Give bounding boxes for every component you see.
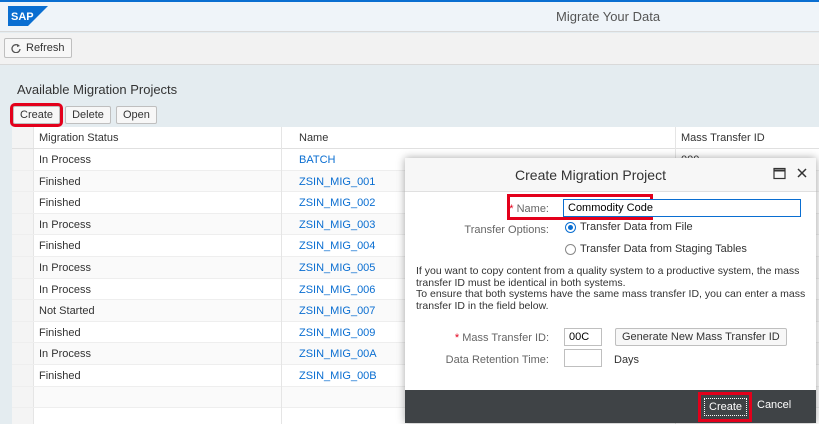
dialog-header: Create Migration Project — [405, 158, 816, 192]
name-cell[interactable]: ZSIN_MIG_004 — [299, 240, 375, 252]
row-selector[interactable] — [12, 213, 34, 235]
radio-transfer-from-staging[interactable]: Transfer Data from Staging Tables — [565, 243, 747, 255]
column-header-status[interactable]: Migration Status — [39, 132, 118, 144]
refresh-button[interactable]: Refresh — [4, 38, 72, 58]
name-input[interactable] — [563, 199, 801, 217]
radio-file-label: Transfer Data from File — [580, 221, 693, 233]
name-cell[interactable]: ZSIN_MIG_002 — [299, 197, 375, 209]
table-toolbar: Create Delete Open — [9, 103, 159, 127]
create-project-button[interactable]: Create — [9, 103, 64, 127]
column-header-name[interactable]: Name — [299, 132, 328, 144]
row-selector[interactable] — [12, 408, 34, 424]
radio-selected-icon — [565, 221, 576, 233]
shell-top-line — [0, 0, 819, 2]
status-cell: Finished — [39, 175, 81, 188]
mass-transfer-label-text: Mass Transfer ID: — [462, 332, 549, 344]
data-retention-label: Data Retention Time: — [445, 354, 549, 366]
name-cell[interactable]: ZSIN_MIG_00B — [299, 370, 377, 382]
sap-logo[interactable]: SAP — [8, 6, 48, 26]
status-cell: Finished — [39, 197, 81, 210]
radio-transfer-from-file[interactable]: Transfer Data from File — [565, 221, 693, 233]
select-all-cell[interactable] — [12, 127, 34, 148]
name-cell[interactable]: BATCH — [299, 154, 335, 166]
dialog-title: Create Migration Project — [515, 167, 666, 183]
row-selector[interactable] — [12, 278, 34, 300]
column-header-mass-transfer-id[interactable]: Mass Transfer ID — [681, 132, 765, 144]
name-label-text: Name: — [516, 203, 549, 215]
row-selector[interactable] — [12, 256, 34, 278]
refresh-icon — [11, 44, 21, 53]
create-migration-project-dialog: Create Migration Project * Name: Transfe… — [405, 158, 816, 423]
generate-mass-transfer-id-button[interactable]: Generate New Mass Transfer ID — [615, 328, 787, 346]
dialog-create-button[interactable]: Create — [704, 398, 748, 416]
dialog-footer: Create Cancel — [405, 390, 816, 423]
name-cell[interactable]: ZSIN_MIG_005 — [299, 262, 375, 274]
section-title: Available Migration Projects — [17, 82, 178, 97]
mass-transfer-id-input[interactable] — [564, 328, 602, 346]
status-cell: Finished — [39, 326, 81, 339]
status-cell: Not Started — [39, 305, 95, 318]
row-selector[interactable] — [12, 192, 34, 213]
info-text: If you want to copy content from a quali… — [416, 265, 808, 312]
row-selector[interactable] — [12, 343, 34, 364]
name-cell[interactable]: ZSIN_MIG_001 — [299, 176, 375, 188]
required-asterisk: * — [509, 203, 517, 215]
sap-logo-text: SAP — [11, 11, 34, 23]
refresh-label: Refresh — [26, 42, 65, 54]
row-selector[interactable] — [12, 149, 34, 170]
name-cell[interactable]: ZSIN_MIG_00A — [299, 348, 377, 360]
close-icon[interactable] — [796, 167, 808, 179]
status-cell: In Process — [39, 348, 91, 361]
days-label: Days — [614, 354, 640, 366]
maximize-icon[interactable] — [773, 167, 786, 180]
row-selector[interactable] — [12, 386, 34, 408]
row-selector[interactable] — [12, 300, 34, 321]
info-line-1: If you want to copy content from a quali… — [416, 265, 800, 289]
column-divider — [281, 127, 282, 424]
page-toolbar: Refresh — [0, 33, 819, 65]
row-selector[interactable] — [12, 321, 34, 343]
open-project-button[interactable]: Open — [115, 106, 157, 124]
app-title-text: Migrate Your Data — [556, 9, 661, 24]
status-cell: In Process — [39, 218, 91, 231]
radio-staging-label: Transfer Data from Staging Tables — [580, 243, 747, 255]
table-header: Migration Status Name Mass Transfer ID — [12, 127, 819, 149]
mass-transfer-id-label: * Mass Transfer ID: — [445, 332, 549, 344]
name-cell[interactable]: ZSIN_MIG_007 — [299, 305, 375, 317]
row-selector[interactable] — [12, 235, 34, 256]
name-cell[interactable]: ZSIN_MIG_009 — [299, 327, 375, 339]
name-cell[interactable]: ZSIN_MIG_003 — [299, 219, 375, 231]
status-cell: Finished — [39, 240, 81, 253]
dialog-cancel-button[interactable]: Cancel — [757, 399, 791, 411]
delete-project-button[interactable]: Delete — [65, 106, 111, 124]
info-line-2: To ensure that both systems have the sam… — [416, 288, 806, 312]
row-selector[interactable] — [12, 364, 34, 386]
radio-unselected-icon — [565, 243, 576, 255]
transfer-options-label: Transfer Options: — [464, 224, 549, 236]
status-cell: In Process — [39, 283, 91, 296]
data-retention-input[interactable] — [564, 349, 602, 367]
status-cell: In Process — [39, 261, 91, 274]
status-cell: Finished — [39, 369, 81, 382]
row-selector[interactable] — [12, 170, 34, 192]
shell-bar: SAP Migrate Your Data — [0, 0, 819, 32]
status-cell: In Process — [39, 154, 91, 166]
name-label: * Name: — [495, 203, 549, 215]
name-cell[interactable]: ZSIN_MIG_006 — [299, 284, 375, 296]
